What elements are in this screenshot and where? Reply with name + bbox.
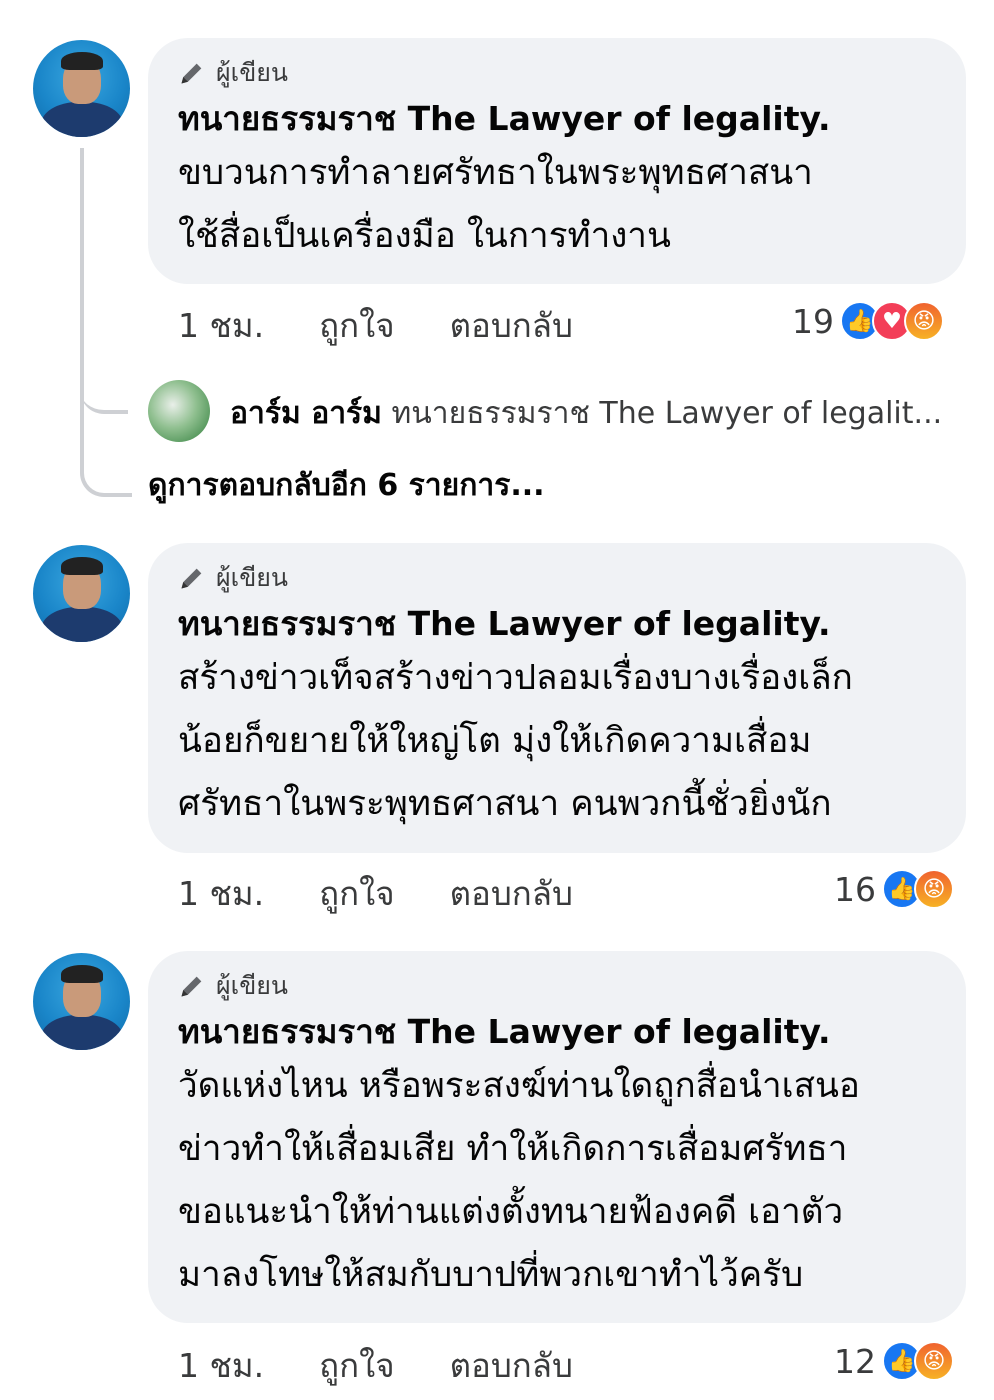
like-button[interactable]: ถูกใจ: [319, 299, 394, 352]
reaction-summary[interactable]: 12 👍 😡: [834, 1336, 954, 1386]
thread-branch: [80, 362, 128, 414]
comment-text-line: สร้างข่าวเท็จสร้างข่าวปลอมเรื่องบางเรื่อ…: [178, 658, 853, 698]
comment-actions: 1 ชม. ถูกใจ ตอบกลับ: [178, 868, 628, 918]
comment-text-line: มาลงโทษให้สมกับบาปที่พวกเขาทำไว้ครับ: [178, 1255, 804, 1295]
author-avatar[interactable]: [33, 545, 130, 642]
reaction-summary[interactable]: 16 👍 😡: [834, 864, 954, 914]
commenter-name[interactable]: ทนายธรรมราช The Lawyer of legality.: [178, 96, 938, 142]
comment-text-line: ใช้สื่อเป็นเครื่องมือ ในการทำงาน: [178, 216, 671, 256]
reaction-summary[interactable]: 19 👍 ♥ 😡: [792, 296, 944, 346]
comment-time[interactable]: 1 ชม.: [178, 1339, 264, 1392]
author-badge: ผู้เขียน: [216, 971, 289, 1000]
commenter-name[interactable]: ทนายธรรมราช The Lawyer of legality.: [178, 601, 938, 647]
author-avatar[interactable]: [33, 40, 130, 137]
reply-button[interactable]: ตอบกลับ: [450, 1339, 573, 1392]
pencil-icon: [181, 63, 202, 84]
pencil-icon: [181, 568, 202, 589]
comment-bubble: ผู้เขียน ทนายธรรมราช The Lawyer of legal…: [148, 38, 966, 284]
comment-bubble: ผู้เขียน ทนายธรรมราช The Lawyer of legal…: [148, 951, 966, 1323]
reply-preview[interactable]: อาร์ม อาร์ม ทนายธรรมราช The Lawyer of le…: [230, 390, 965, 437]
comment-text-line: ข่าวทำให้เสื่อมเสีย ทำให้เกิดการเสื่อมศร…: [178, 1129, 848, 1169]
angry-icon: 😡: [914, 1341, 954, 1381]
comment-text-line: ขบวนการทำลายศรัทธาในพระพุทธศาสนา: [178, 153, 813, 193]
comment-actions: 1 ชม. ถูกใจ ตอบกลับ: [178, 300, 628, 350]
pencil-icon: [181, 976, 202, 997]
angry-icon: 😡: [914, 869, 954, 909]
thread-connector: [80, 148, 132, 497]
like-button[interactable]: ถูกใจ: [319, 1339, 394, 1392]
reaction-count: 16: [834, 869, 876, 909]
author-badge: ผู้เขียน: [216, 563, 289, 592]
comment-text-line: ขอแนะนำให้ท่านแต่งตั้งทนายฟ้องคดี เอาตัว: [178, 1192, 844, 1232]
angry-icon: 😡: [904, 301, 944, 341]
reply-avatar[interactable]: [148, 380, 210, 442]
like-button[interactable]: ถูกใจ: [319, 867, 394, 920]
reply-author-name[interactable]: อาร์ม อาร์ม: [230, 396, 382, 431]
comment-text-line: ศรัทธาในพระพุทธศาสนา คนพวกนี้ชั่วยิ่งนัก: [178, 784, 832, 824]
comment-text-line: น้อยก็ขยายให้ใหญ่โต มุ่งให้เกิดความเสื่อ…: [178, 721, 812, 761]
reaction-count: 12: [834, 1341, 876, 1381]
comment-time[interactable]: 1 ชม.: [178, 867, 264, 920]
comment-bubble: ผู้เขียน ทนายธรรมราช The Lawyer of legal…: [148, 543, 966, 853]
author-badge: ผู้เขียน: [216, 58, 289, 87]
comment-time[interactable]: 1 ชม.: [178, 299, 264, 352]
reaction-count: 19: [792, 301, 834, 341]
view-more-replies-link[interactable]: ดูการตอบกลับอีก 6 รายการ...: [148, 462, 545, 509]
comment-actions: 1 ชม. ถูกใจ ตอบกลับ: [178, 1340, 628, 1390]
reply-preview-text: ทนายธรรมราช The Lawyer of legalit...: [391, 396, 943, 431]
commenter-name[interactable]: ทนายธรรมราช The Lawyer of legality.: [178, 1009, 938, 1055]
comment-text-line: วัดแห่งไหน หรือพระสงฆ์ท่านใดถูกสื่อนำเสน…: [178, 1066, 860, 1106]
reply-button[interactable]: ตอบกลับ: [450, 867, 573, 920]
author-avatar[interactable]: [33, 953, 130, 1050]
reply-button[interactable]: ตอบกลับ: [450, 299, 573, 352]
